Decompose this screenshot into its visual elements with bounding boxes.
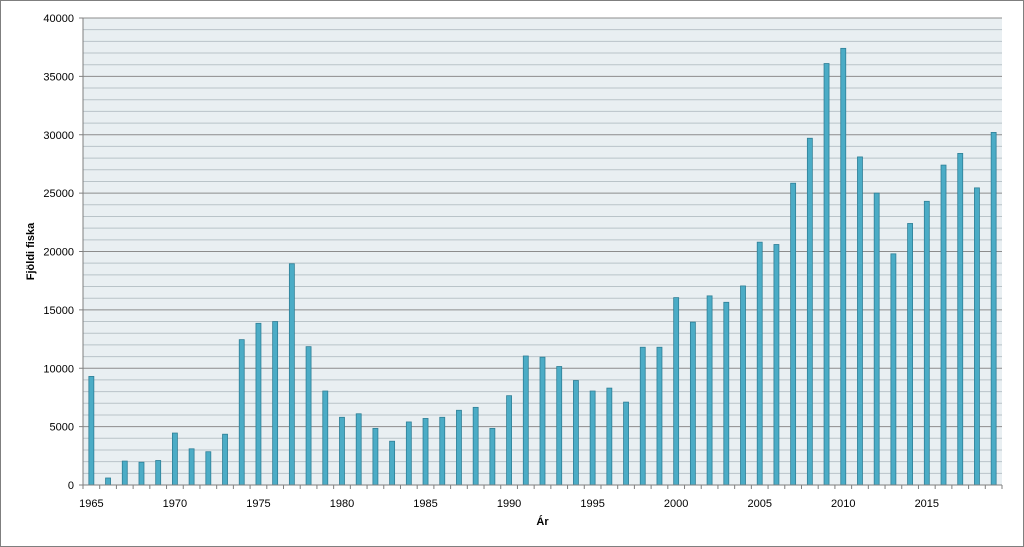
bar-2003: [723, 301, 730, 486]
bar-2006: [773, 244, 780, 486]
bar-2019: [990, 132, 997, 486]
bar-1968: [138, 461, 145, 486]
bar-2018: [974, 187, 980, 486]
bar-2017: [957, 153, 964, 486]
bar-2008: [806, 137, 813, 486]
bar-2012: [873, 192, 880, 486]
bar-1975: [255, 322, 262, 486]
bar-1992: [539, 356, 546, 486]
bar-1966: [105, 477, 111, 486]
y-tick-label: 0: [68, 480, 74, 492]
bar-1996: [606, 387, 613, 486]
bar-2016: [940, 164, 947, 486]
y-tick-label: 5000: [50, 422, 74, 434]
bar-1969: [155, 460, 162, 486]
y-tick-label: 15000: [43, 305, 74, 317]
bar-1973: [222, 433, 228, 486]
y-tick-label: 30000: [43, 130, 74, 142]
bar-1987: [456, 409, 462, 486]
x-tick-label: 2015: [915, 498, 939, 510]
bar-1995: [589, 390, 596, 486]
y-tick-label: 25000: [43, 188, 74, 200]
bar-1982: [372, 427, 379, 486]
bar-1988: [472, 406, 479, 486]
x-tick-label: 2000: [664, 498, 688, 510]
bar-2004: [740, 285, 746, 486]
bar-1990: [506, 395, 512, 486]
y-tick-label: 10000: [43, 363, 74, 375]
bar-2014: [907, 223, 913, 486]
bar-1978: [305, 346, 312, 486]
bar-2010: [840, 47, 847, 486]
x-tick-label: 1995: [580, 498, 604, 510]
x-tick-label: 1980: [330, 498, 354, 510]
bar-1980: [339, 416, 345, 486]
bar-1993: [556, 366, 563, 486]
bar-1997: [623, 401, 629, 486]
bar-1991: [522, 355, 529, 486]
bar-1967: [121, 460, 128, 486]
y-tick-label: 40000: [43, 13, 74, 25]
bar-1998: [639, 346, 646, 486]
bar-2007: [790, 182, 797, 486]
x-tick-label: 2005: [747, 498, 771, 510]
bar-2005: [756, 241, 763, 486]
bar-1985: [422, 418, 429, 486]
bar-2013: [890, 253, 897, 486]
bar-1979: [322, 390, 329, 486]
x-tick-label: 2010: [831, 498, 855, 510]
bar-1981: [355, 413, 362, 486]
bar-1972: [205, 451, 212, 486]
x-tick-label: 1970: [163, 498, 187, 510]
y-axis-tick-labels: 0 5000 10000 15000 20000 25000 30000 35000 40000: [43, 13, 83, 492]
bar-2002: [706, 295, 713, 486]
x-tick-label: 1965: [79, 498, 103, 510]
bar-1994: [573, 380, 579, 486]
y-tick-label: 35000: [43, 71, 74, 83]
bar-1977: [288, 263, 295, 486]
bar-1984: [405, 421, 412, 486]
x-tick-label: 1990: [497, 498, 521, 510]
bar-1989: [489, 427, 496, 486]
bar-2001: [689, 321, 696, 486]
x-tick-label: 1985: [413, 498, 437, 510]
bar-1970: [171, 432, 178, 486]
x-axis-title: Ár: [536, 515, 549, 528]
x-axis-tick-labels: 1965 1970 1975 1980 1985 1990 1995 2000 2005 2010…: [79, 485, 1003, 510]
y-tick-label: 20000: [43, 247, 74, 259]
bar-1986: [439, 416, 446, 486]
bar-2015: [923, 200, 930, 486]
bar-1983: [389, 440, 396, 486]
bar-1976: [272, 321, 279, 486]
bar-2011: [857, 156, 863, 486]
bar-1965: [88, 376, 95, 486]
bar-1999: [656, 346, 663, 486]
bar-1974: [238, 339, 245, 486]
bar-1971: [188, 448, 195, 486]
y-axis-title: Fjöldi fiska: [25, 222, 37, 280]
bar-2000: [673, 297, 680, 486]
x-tick-label: 1975: [246, 498, 270, 510]
bar-2009: [823, 63, 830, 486]
bar-chart: 0 5000 10000 15000 20000 25000 30000 35000 40000…: [25, 13, 1003, 528]
